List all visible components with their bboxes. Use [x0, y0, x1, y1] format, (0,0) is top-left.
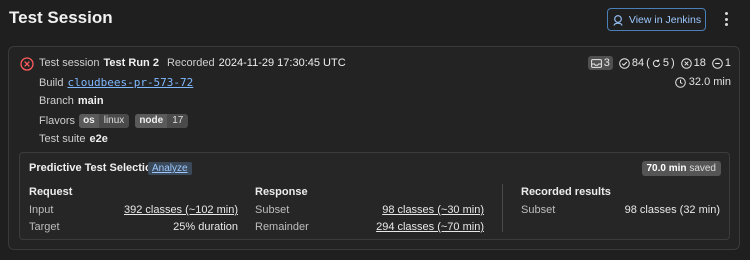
view-in-jenkins-button[interactable]: View in Jenkins [607, 8, 706, 31]
column-divider [502, 184, 503, 232]
recorded-timestamp: 2024-11-29 17:30:45 UTC [218, 57, 346, 69]
flavor-value: 17 [172, 115, 184, 126]
request-target-label: Target [29, 221, 60, 233]
branch-value: main [77, 95, 104, 107]
skipped-icon [712, 57, 723, 69]
flavors-row: Flavors os linux node 17 [39, 114, 190, 128]
clock-icon [674, 76, 686, 88]
response-remainder-label: Remainder [255, 221, 309, 233]
page-header: Test Session View in Jenkins [0, 0, 750, 42]
recorded-subset-label: Subset [521, 204, 556, 216]
build-label: Build [39, 76, 64, 89]
request-target-value: 25% duration [173, 221, 238, 233]
time-saved-badge: 70.0 min saved [641, 161, 721, 176]
pts-title: Predictive Test Selection [29, 162, 159, 174]
flavor-tag-os: os linux [79, 114, 130, 128]
view-in-jenkins-label: View in Jenkins [628, 13, 702, 26]
session-duration: 32.0 min [674, 76, 731, 88]
failed-status-icon [20, 57, 34, 71]
response-subset-link[interactable]: 98 classes (~30 min) [382, 204, 484, 216]
flavor-key: node [135, 114, 168, 128]
passed-count: 84 [631, 57, 645, 69]
session-name: Test Run 2 [103, 57, 159, 69]
tray-count-badge: 3 [587, 56, 613, 70]
recorded-label: Recorded [166, 57, 215, 69]
session-summary-row: Test session Test Run 2 Recorded 2024-11… [39, 57, 346, 69]
duration-value: 32.0 min [688, 76, 731, 88]
skipped-stat: 1 [712, 57, 731, 69]
test-session-card: Test session Test Run 2 Recorded 2024-11… [8, 46, 740, 250]
retry-icon [652, 59, 660, 67]
session-label: Test session [39, 57, 100, 69]
flavor-value: linux [103, 115, 125, 126]
request-heading: Request [29, 186, 73, 198]
test-suite-value: e2e [89, 133, 108, 145]
skipped-count: 1 [724, 57, 731, 69]
session-stats: 3 84 ( 5 ) 18 1 [587, 56, 731, 70]
more-options-icon[interactable] [719, 9, 733, 29]
response-subset-label: Subset [255, 204, 290, 216]
passed-stat: 84 ( 5 ) [619, 57, 675, 69]
build-link[interactable]: cloudbees-pr-573-72 [67, 76, 193, 89]
predictive-test-selection-panel: Predictive Test Selection Analyze 70.0 m… [19, 152, 730, 240]
jenkins-icon [613, 14, 623, 26]
flavors-label: Flavors [39, 115, 76, 127]
recorded-subset-value: 98 classes (32 min) [624, 204, 720, 216]
time-saved-value: 70.0 min [646, 163, 687, 174]
test-suite-label: Test suite [39, 133, 86, 145]
passed-icon [619, 57, 630, 69]
request-input-link[interactable]: 392 classes (~102 min) [124, 204, 238, 216]
page-title: Test Session [9, 8, 113, 27]
analyze-link[interactable]: Analyze [148, 162, 192, 175]
flavor-tag-node: node 17 [135, 114, 189, 128]
retried-count: 5 [662, 57, 669, 69]
inbox-icon [590, 58, 602, 68]
tray-count: 3 [603, 57, 610, 69]
flavor-key: os [79, 114, 99, 128]
branch-row: Branch main [39, 95, 104, 107]
failed-icon [680, 57, 692, 69]
failed-count: 18 [693, 57, 706, 69]
failed-stat: 18 [680, 57, 706, 69]
branch-label: Branch [39, 95, 74, 107]
response-heading: Response [255, 186, 308, 198]
recorded-results-heading: Recorded results [521, 186, 611, 198]
test-suite-row: Test suite e2e [39, 133, 108, 145]
response-remainder-link[interactable]: 294 classes (~70 min) [376, 221, 484, 233]
request-input-label: Input [29, 204, 54, 216]
time-saved-label: saved [689, 163, 716, 174]
build-row: Build cloudbees-pr-573-72 [39, 76, 193, 89]
